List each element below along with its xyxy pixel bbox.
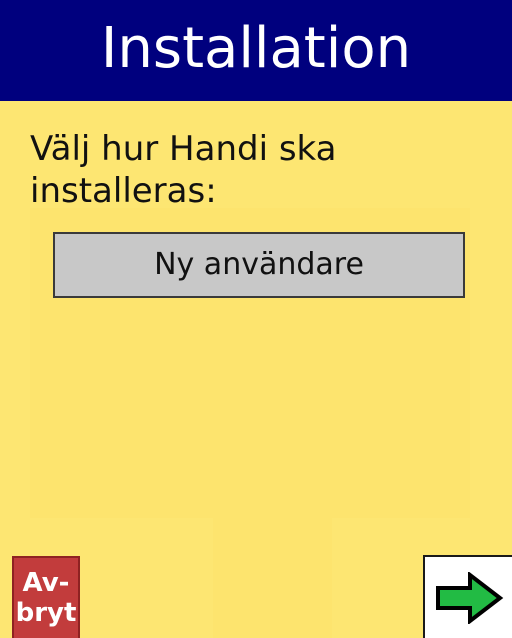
next-button[interactable]	[423, 555, 512, 638]
cancel-label-line2: bryt	[15, 598, 77, 628]
footer-center-panel	[213, 515, 332, 638]
new-user-button[interactable]: Ny användare	[53, 232, 465, 298]
installation-prompt: Välj hur Handi ska installeras:	[30, 129, 337, 211]
page-title: Installation	[100, 15, 412, 81]
right-arrow-icon	[435, 571, 503, 624]
title-bar: Installation	[0, 0, 512, 101]
cancel-label-line1: Av-	[22, 568, 70, 598]
cancel-button[interactable]: Av- bryt	[12, 556, 80, 638]
